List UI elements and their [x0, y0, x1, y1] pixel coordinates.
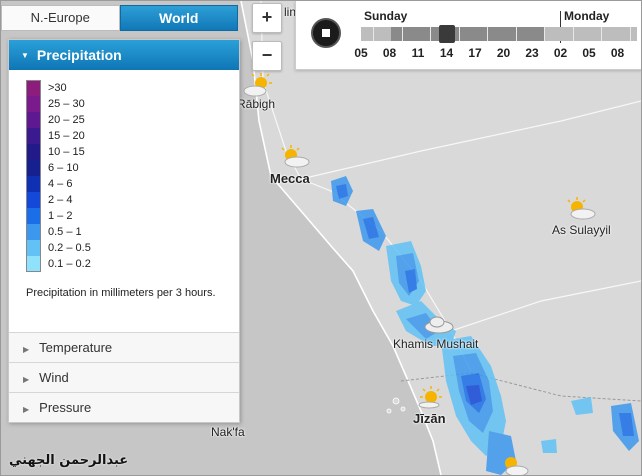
weather-map-app: Rābigh Mecca As Sulayyil Khamis Mushait …: [0, 0, 642, 476]
legend-swatch: [26, 96, 41, 112]
city-label: Mecca: [270, 171, 310, 186]
legend-label: 10 – 15: [48, 146, 85, 158]
track-tick: [544, 27, 545, 41]
legend-swatch: [26, 128, 41, 144]
legend-item: 10 – 15: [26, 144, 239, 160]
sun-cloud-icon: [505, 457, 529, 475]
legend-swatch: [26, 192, 41, 208]
track-tick: [373, 27, 374, 41]
legend-label: 0.5 – 1: [48, 226, 82, 238]
legend-label: 0.2 – 0.5: [48, 242, 91, 254]
legend-swatch: [26, 80, 41, 96]
triangle-right-icon: ▶: [23, 375, 30, 384]
city-label: Nak'fa: [211, 425, 245, 439]
legend-list: >30 25 – 30 20 – 25 15 – 20 10 – 15 6 – 10 4 –…: [26, 80, 239, 272]
track-tick: [401, 27, 403, 41]
section-label: Temperature: [39, 340, 113, 355]
legend-note: Precipitation in millimeters per 3 hours…: [26, 287, 216, 299]
legend-swatch: [26, 144, 41, 160]
sun-cloud-icon: [567, 197, 596, 220]
track-tick: [629, 27, 631, 41]
precipitation-header[interactable]: ▼ Precipitation: [9, 40, 239, 70]
legend-item: 0.5 – 1: [26, 224, 239, 240]
time-slider-thumb[interactable]: [439, 25, 455, 43]
triangle-right-icon: ▶: [23, 405, 30, 414]
legend-swatch: [26, 176, 41, 192]
panel-title: Precipitation: [36, 47, 122, 63]
hour-label: 14: [439, 46, 454, 60]
section-pressure[interactable]: ▶ Pressure: [9, 392, 239, 422]
section-temperature[interactable]: ▶ Temperature: [9, 332, 239, 362]
legend-item: 1 – 2: [26, 208, 239, 224]
time-slider-panel: Sunday Monday 05 08 11 14 17 20 23 02 05 08: [295, 1, 641, 70]
legend-item: 0.2 – 0.5: [26, 240, 239, 256]
legend-label: 4 – 6: [48, 178, 73, 190]
legend-item: 6 – 10: [26, 160, 239, 176]
precipitation-legend: >30 25 – 30 20 – 25 15 – 20 10 – 15 6 – 10 4 –…: [9, 70, 239, 332]
section-label: Pressure: [39, 400, 92, 415]
legend-label: 2 – 4: [48, 194, 73, 206]
city-label: Rābigh: [237, 97, 276, 111]
time-track[interactable]: [361, 27, 637, 41]
legend-item: >30: [26, 80, 239, 96]
sun-icon: [418, 386, 442, 409]
sun-cloud-icon: [243, 73, 272, 97]
legend-item: 20 – 25: [26, 112, 239, 128]
triangle-down-icon: ▼: [21, 51, 29, 61]
day-label: Monday: [564, 9, 610, 23]
hour-label: 20: [496, 46, 511, 60]
sun-cloud-icon: [281, 145, 310, 168]
legend-swatch: [26, 208, 41, 224]
watermark: عبدالرحمن الجهني: [9, 453, 129, 468]
legend-label: >30: [48, 82, 67, 94]
hour-label: 05: [354, 46, 368, 60]
legend-label: 1 – 2: [48, 210, 73, 222]
legend-swatch: [26, 112, 41, 128]
track-tick: [572, 27, 574, 41]
track-range: [391, 27, 545, 41]
legend-swatch: [26, 224, 41, 240]
legend-item: 25 – 30: [26, 96, 239, 112]
zoom-in-button[interactable]: +: [252, 3, 282, 33]
legend-swatch: [26, 256, 41, 272]
hour-label: 17: [468, 46, 482, 60]
city-label: Khamis Mushait: [393, 337, 479, 351]
hour-label: 05: [582, 46, 596, 60]
legend-swatch: [26, 160, 41, 176]
stop-button[interactable]: [311, 18, 341, 48]
legend-item: 4 – 6: [26, 176, 239, 192]
city-label: Jīzān: [413, 411, 446, 426]
hour-label: 23: [525, 46, 539, 60]
tab-n-europe[interactable]: N.-Europe: [1, 5, 120, 31]
section-wind[interactable]: ▶ Wind: [9, 362, 239, 392]
hour-label: 11: [411, 46, 425, 60]
layer-panel: ▼ Precipitation >30 25 – 30 20 – 25 15 – 20 1…: [8, 39, 240, 423]
legend-label: 0.1 – 0.2: [48, 258, 91, 270]
legend-item: 2 – 4: [26, 192, 239, 208]
legend-label: 25 – 30: [48, 98, 85, 110]
tab-world[interactable]: World: [119, 5, 238, 31]
legend-item: 0.1 – 0.2: [26, 256, 239, 272]
city-label: As Sulayyil: [552, 223, 611, 237]
track-tick: [487, 27, 488, 41]
track-tick: [430, 27, 431, 41]
track-tick: [515, 27, 517, 41]
legend-label: 20 – 25: [48, 114, 85, 126]
day-label: Sunday: [364, 9, 408, 23]
zoom-out-button[interactable]: −: [252, 41, 282, 71]
legend-label: 15 – 20: [48, 130, 85, 142]
triangle-right-icon: ▶: [23, 345, 30, 354]
legend-item: 15 – 20: [26, 128, 239, 144]
region-tabs: N.-Europe World: [1, 5, 238, 31]
hour-label: 08: [382, 46, 397, 60]
legend-swatch: [26, 240, 41, 256]
track-tick: [458, 27, 460, 41]
stop-icon: [322, 29, 330, 37]
section-label: Wind: [39, 370, 69, 385]
hour-label: 08: [610, 46, 625, 60]
legend-label: 6 – 10: [48, 162, 79, 174]
track-tick: [601, 27, 602, 41]
hour-label: 02: [553, 46, 568, 60]
cloud-icon: [424, 316, 454, 334]
